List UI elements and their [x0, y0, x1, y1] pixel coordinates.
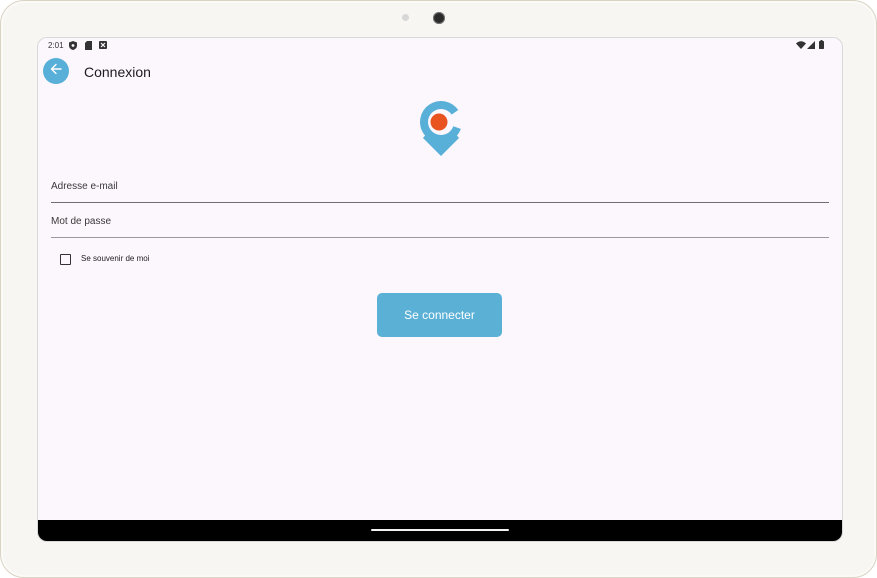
wifi-icon — [796, 41, 806, 51]
email-field[interactable]: Adresse e-mail — [51, 172, 829, 204]
password-underline — [51, 237, 829, 238]
battery-icon — [819, 40, 824, 51]
status-time: 2:01 — [48, 41, 64, 50]
arrow-back-icon — [50, 62, 62, 80]
email-underline — [51, 202, 829, 203]
light-sensor — [402, 14, 409, 21]
notification-icon — [99, 41, 107, 51]
password-field[interactable]: Mot de passe — [51, 208, 829, 238]
tablet-frame: 2:01 Connexion Adresse e-mail Mot de pas… — [0, 0, 877, 578]
login-button[interactable]: Se connecter — [377, 293, 502, 337]
password-label: Mot de passe — [51, 216, 112, 227]
navigation-bar — [38, 520, 842, 541]
status-bar: 2:01 — [38, 38, 842, 54]
shield-icon — [69, 41, 77, 52]
email-label: Adresse e-mail — [51, 181, 118, 192]
page-title: Connexion — [84, 64, 151, 80]
sim-card-icon — [85, 41, 92, 52]
signal-icon — [807, 41, 815, 51]
app-bar: Connexion — [38, 56, 842, 86]
remember-me-checkbox[interactable] — [60, 254, 71, 265]
gesture-handle[interactable] — [371, 529, 509, 531]
front-camera — [433, 12, 445, 24]
screen: 2:01 Connexion Adresse e-mail Mot de pas… — [37, 37, 843, 542]
location-pin-logo — [418, 100, 464, 156]
back-button[interactable] — [43, 58, 69, 84]
remember-me-label: Se souvenir de moi — [81, 254, 150, 263]
